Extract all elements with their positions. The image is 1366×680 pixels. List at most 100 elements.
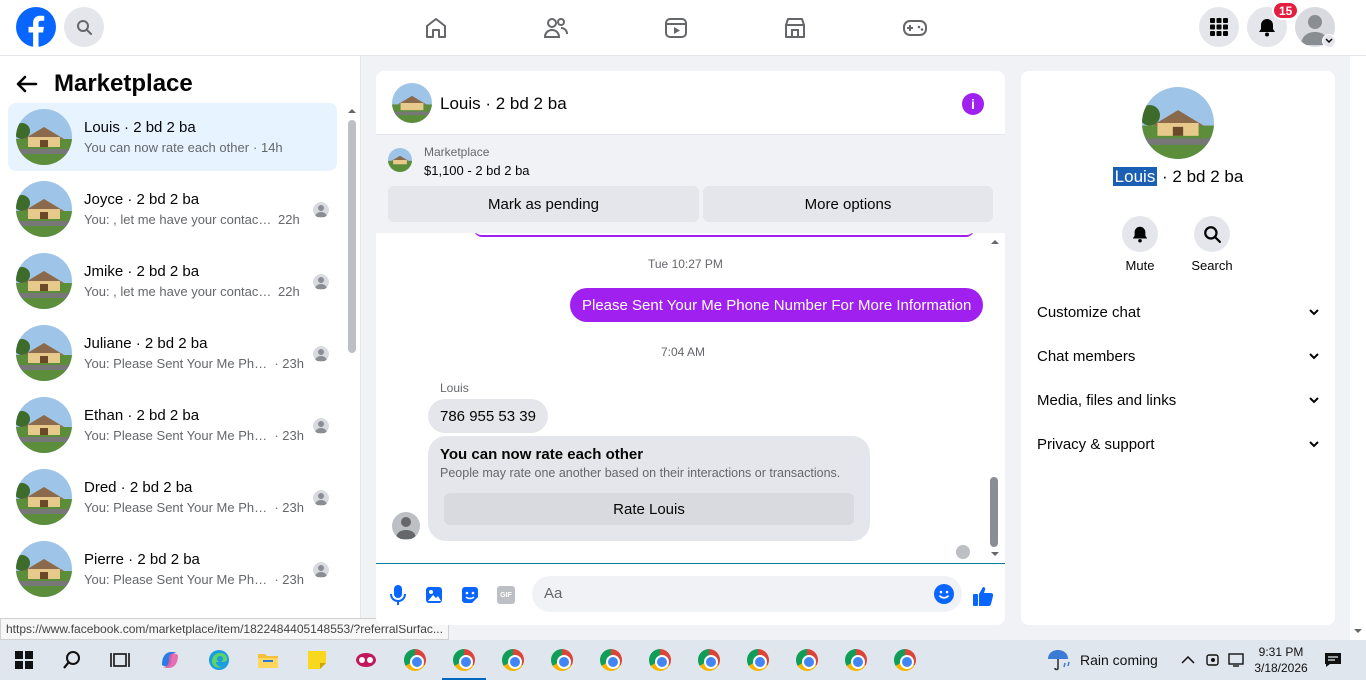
left-scrollbar[interactable] [348, 120, 356, 353]
chrome-browser-icon[interactable] [893, 648, 917, 672]
chrome-profile-icon[interactable] [501, 648, 525, 672]
conversation-item[interactable]: Dred · 2 bd 2 ba You: Please Sent Your Me… [8, 463, 337, 531]
network-icon[interactable] [1228, 640, 1246, 680]
incoming-message[interactable]: 786 955 53 39 [428, 399, 548, 433]
chrome-profile-icon[interactable] [795, 648, 819, 672]
conversation-snippet: You: Please Sent Your Me Phone ... [84, 356, 271, 371]
gaming-icon[interactable] [899, 12, 931, 44]
mute-bell-icon [1122, 216, 1158, 252]
menu-button[interactable] [1199, 7, 1239, 47]
sender-name: Louis [440, 381, 469, 395]
marketplace-header: Marketplace [16, 70, 193, 98]
details-row[interactable]: Customize chat [1037, 300, 1319, 324]
task-view-icon[interactable] [108, 648, 132, 672]
listing-price[interactable]: $1,100 - 2 bd 2 ba [424, 163, 530, 178]
search-action[interactable]: Search [1182, 216, 1242, 273]
mark-pending-button[interactable]: Mark as pending [388, 186, 699, 222]
back-arrow-icon[interactable] [16, 75, 38, 93]
photo-icon[interactable] [424, 585, 444, 605]
chrome-profile-icon[interactable] [550, 648, 574, 672]
emoji-icon[interactable] [934, 584, 954, 604]
seen-avatar-icon [313, 274, 329, 290]
chat-scrollbar[interactable] [990, 477, 998, 547]
tray-chevron-up-icon[interactable] [1181, 640, 1195, 680]
chevron-down-icon [1309, 440, 1319, 448]
outgoing-message[interactable]: Please Sent Your Me Phone Number For Mor… [570, 288, 984, 322]
conversation-time: · 23h [274, 428, 304, 443]
search-icon [1194, 216, 1230, 252]
conversation-time: · 23h [274, 572, 304, 587]
chat-header: Louis · 2 bd 2 ba i [376, 71, 1005, 135]
details-row-label: Privacy & support [1037, 435, 1155, 453]
search-button[interactable] [64, 7, 104, 47]
chrome-profile-icon[interactable] [599, 648, 623, 672]
friends-icon[interactable] [540, 12, 572, 44]
account-chevron-icon[interactable] [1322, 34, 1336, 48]
sticker-icon[interactable] [460, 585, 480, 605]
home-icon[interactable] [420, 12, 452, 44]
timestamp: Tue 10:27 PM [648, 257, 723, 271]
conversation-item[interactable]: Joyce · 2 bd 2 ba You: , let me have your… [8, 175, 337, 243]
conversation-time: · 14h [253, 140, 283, 155]
chrome-profile-icon[interactable] [648, 648, 672, 672]
chrome-profile-icon[interactable] [403, 648, 427, 672]
video-icon[interactable] [660, 12, 692, 44]
listing-thumbnail [16, 109, 72, 165]
bell-icon [1257, 17, 1277, 37]
conversation-item[interactable]: Jmike · 2 bd 2 ba You: , let me have your… [8, 247, 337, 315]
contact-avatar[interactable] [1142, 87, 1214, 159]
microphone-icon[interactable] [388, 585, 408, 605]
onedrive-icon[interactable] [1205, 640, 1221, 680]
message-placeholder: Aa [544, 585, 563, 602]
clock[interactable]: 9:31 PM 3/18/2026 [1254, 640, 1307, 680]
conversation-time: 22h [278, 212, 300, 227]
windows-start-icon[interactable] [12, 648, 36, 672]
conversation-item[interactable]: Ethan · 2 bd 2 ba You: Please Sent Your M… [8, 391, 337, 459]
search-label: Search [1191, 258, 1233, 273]
previous-message-edge [474, 233, 974, 237]
conversation-item[interactable]: Juliane · 2 bd 2 ba You: Please Sent Your… [8, 319, 337, 387]
message-input[interactable]: Aa [532, 576, 962, 612]
details-row[interactable]: Media, files and links [1037, 388, 1319, 412]
conversation-snippet: You: Please Sent Your Me Phone ... [84, 500, 271, 515]
conversation-snippet: You: , let me have your contact ... [84, 284, 274, 299]
rate-user-button[interactable]: Rate Louis [444, 493, 854, 525]
chrome-profile-icon[interactable] [697, 648, 721, 672]
page-scrollbar[interactable] [1350, 56, 1366, 640]
weather-widget[interactable]: Rain coming [1046, 640, 1158, 680]
listing-thumbnail [16, 253, 72, 309]
sticky-notes-icon[interactable] [305, 648, 329, 672]
thumbs-up-icon[interactable] [972, 585, 994, 607]
chat-title[interactable]: Louis · 2 bd 2 ba [440, 94, 567, 114]
gif-icon[interactable]: GIF [496, 585, 516, 605]
message-thread: Tue 10:27 PM Please Sent Your Me Phone N… [376, 233, 1005, 563]
listing-thumbnail[interactable] [388, 148, 412, 172]
umbrella-rain-icon [1046, 648, 1072, 672]
search-icon[interactable] [60, 648, 84, 672]
chrome-profile-icon[interactable] [452, 648, 476, 672]
conversation-name: Juliane · 2 bd 2 ba [84, 335, 208, 352]
marketplace-icon[interactable] [779, 12, 811, 44]
mute-action[interactable]: Mute [1110, 216, 1170, 273]
more-options-button[interactable]: More options [703, 186, 993, 222]
contact-name-highlighted: Louis [1112, 167, 1158, 186]
edge-browser-icon[interactable] [207, 648, 231, 672]
details-row[interactable]: Privacy & support [1037, 432, 1319, 456]
chrome-profile-icon[interactable] [746, 648, 770, 672]
conversation-item[interactable]: Louis · 2 bd 2 ba You can now rate each o… [8, 103, 337, 171]
chat-avatar[interactable] [392, 83, 432, 123]
notification-center-icon[interactable] [1324, 640, 1342, 680]
facebook-logo-icon[interactable] [16, 7, 56, 47]
file-explorer-icon[interactable] [256, 648, 280, 672]
listing-thumbnail [16, 469, 72, 525]
details-row-label: Media, files and links [1037, 391, 1177, 409]
conversation-item[interactable]: Pierre · 2 bd 2 ba You: Please Sent Your … [8, 535, 337, 603]
details-row[interactable]: Chat members [1037, 344, 1319, 368]
info-icon[interactable]: i [962, 93, 984, 115]
seen-avatar-icon [313, 418, 329, 434]
snipping-tool-icon[interactable] [354, 648, 378, 672]
conversation-snippet: You can now rate each other [84, 140, 250, 155]
chrome-profile-icon[interactable] [844, 648, 868, 672]
details-row-label: Customize chat [1037, 303, 1141, 321]
copilot-icon[interactable] [158, 648, 182, 672]
